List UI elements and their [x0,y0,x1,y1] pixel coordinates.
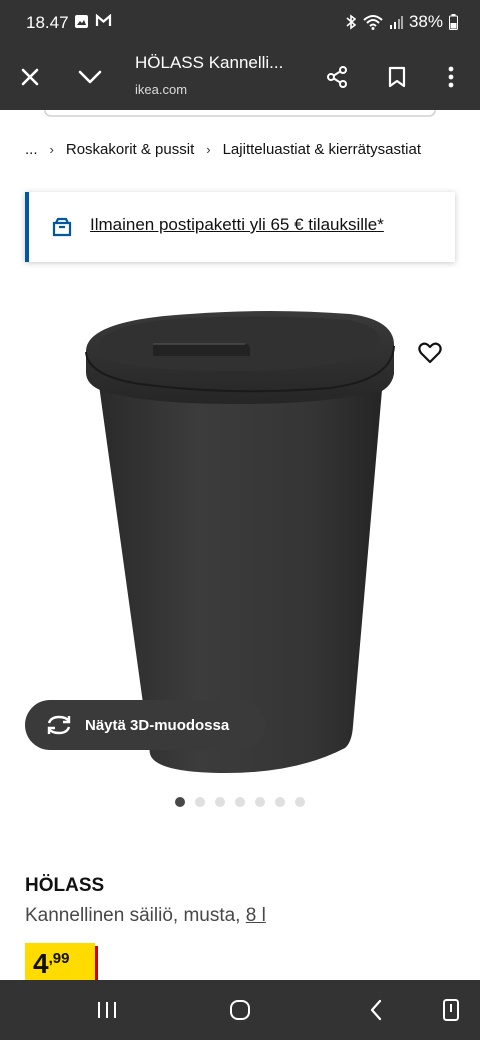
back-button[interactable] [346,980,406,1040]
page-domain[interactable]: ikea.com [135,82,187,97]
gmail-icon [95,14,112,26]
share-button[interactable] [312,44,362,110]
free-shipping-link[interactable]: Ilmainen postipaketti yli 65 € tilauksil… [90,215,384,235]
chevron-right-icon: › [206,142,211,157]
bluetooth-icon [346,14,357,30]
wifi-icon [363,15,383,30]
gallery-icon [75,15,88,28]
heart-icon[interactable] [417,340,443,366]
product-name: HÖLASS [25,875,105,896]
status-time: 18.47 [26,13,69,32]
signal-icon [389,15,403,29]
more-vert-icon [448,66,454,88]
carousel-dot[interactable] [175,797,185,807]
browser-toolbar: HÖLASS Kannelli... ikea.com [0,44,480,110]
breadcrumb: ... › Roskakorit & pussit › Lajitteluast… [25,141,421,158]
product-size-link[interactable]: 8 l [246,905,266,926]
product-description-text: Kannellinen säiliö, musta, [25,905,241,926]
breadcrumb-item[interactable]: Lajitteluastiat & kierrätysastiat [223,141,421,158]
system-nav-bar [0,980,480,1040]
carousel-dot[interactable] [255,797,265,807]
view-3d-label: Näytä 3D-muodossa [85,716,230,734]
status-bar: 18.47 38% [0,0,480,44]
rotate-screen-button[interactable] [421,980,480,1040]
carousel-dot[interactable] [295,797,305,807]
breadcrumb-item[interactable]: Roskakorit & pussit [66,141,194,158]
breadcrumb-ellipsis[interactable]: ... [25,141,38,158]
bookmark-icon [388,66,406,88]
back-icon [370,999,382,1021]
screen-rotate-icon [443,999,459,1021]
view-3d-button[interactable]: Näytä 3D-muodossa [25,700,265,750]
carousel-dot[interactable] [195,797,205,807]
close-icon [21,68,39,86]
search-field-remnant [44,110,436,117]
price-integer: 4 [33,948,49,979]
page-title[interactable]: HÖLASS Kannelli... [135,53,283,73]
free-shipping-banner[interactable]: Ilmainen postipaketti yli 65 € tilauksil… [25,192,455,262]
product-description: Kannellinen säiliö, musta, 8 l [25,905,266,927]
close-tab-button[interactable] [5,44,55,110]
recents-icon [98,1002,116,1018]
minimize-tab-button[interactable] [65,44,115,110]
chevron-down-icon [78,70,102,84]
battery-percent: 38% [408,12,443,31]
chevron-right-icon: › [49,142,54,157]
carousel-dot[interactable] [275,797,285,807]
share-icon [327,66,347,88]
price-tag: 4,99 [25,943,95,983]
rotate-3d-icon [47,715,71,735]
parcel-box-icon [52,217,72,237]
carousel-dot[interactable] [235,797,245,807]
carousel-dot[interactable] [215,797,225,807]
recents-button[interactable] [77,980,137,1040]
price-decimal: ,99 [48,950,70,967]
more-options-button[interactable] [426,44,476,110]
bookmark-button[interactable] [372,44,422,110]
home-button[interactable] [210,980,270,1040]
image-carousel-dots [175,797,305,807]
home-icon [230,1000,250,1020]
battery-icon [449,14,458,30]
